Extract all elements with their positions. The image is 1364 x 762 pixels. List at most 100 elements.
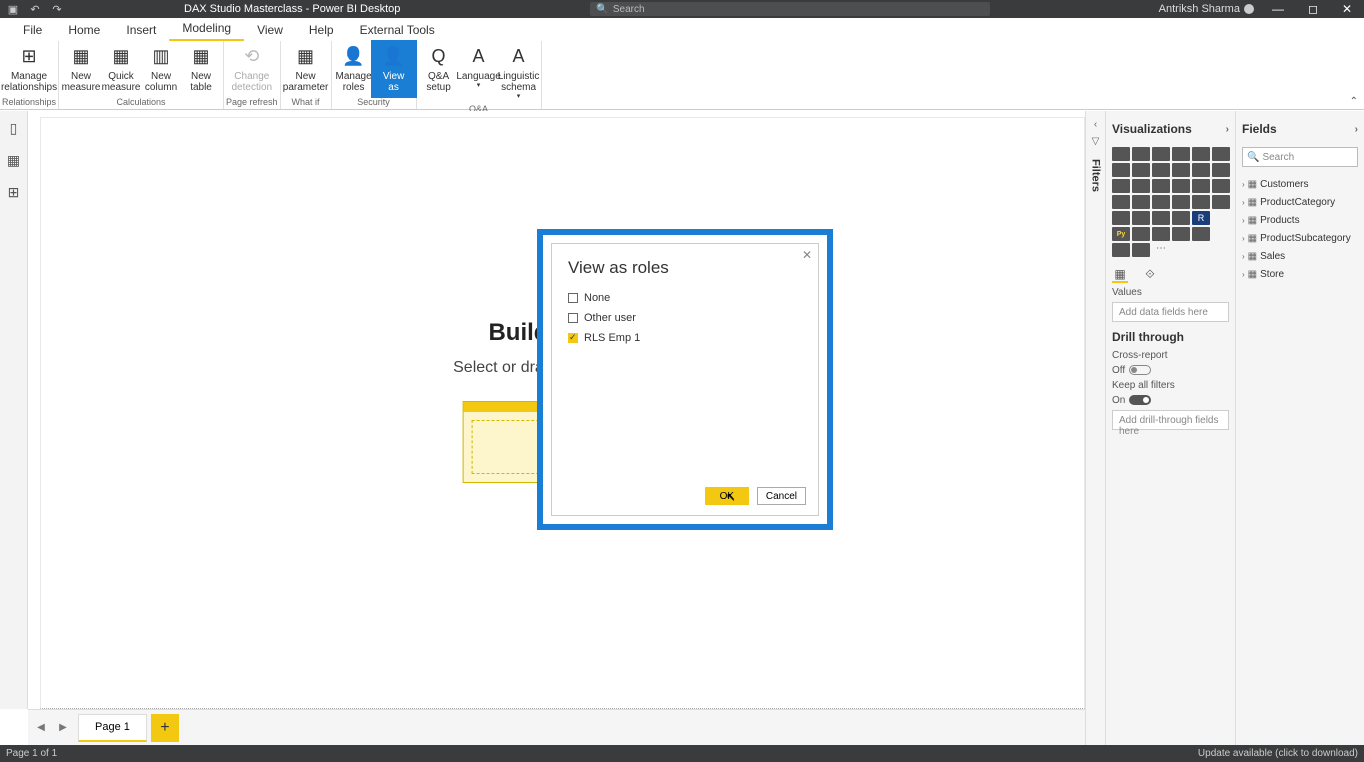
cancel-button[interactable]: Cancel [757,487,806,505]
redo-icon[interactable]: ↷ [50,2,64,16]
checkbox-checked-icon[interactable] [568,333,578,343]
viz-clustered-column-icon[interactable] [1172,147,1190,161]
viz-table-icon[interactable] [1152,211,1170,225]
ribbon-collapse-icon[interactable]: ⌃ [1350,96,1358,107]
checkbox-icon[interactable] [568,293,578,303]
dialog-close-button[interactable]: ✕ [802,248,812,262]
viz-slicer-icon[interactable] [1132,211,1150,225]
viz-shape-map-icon[interactable] [1152,195,1170,209]
viz-map-icon[interactable] [1112,195,1130,209]
viz-treemap-icon[interactable] [1212,179,1230,193]
filters-pane-collapsed[interactable]: ‹ ▽ Filters [1085,111,1105,745]
tab-insert[interactable]: Insert [113,19,169,41]
status-update-link[interactable]: Update available (click to download) [1198,748,1358,759]
viz-narrative-icon[interactable] [1192,227,1210,241]
field-table-store[interactable]: ›▦Store [1242,265,1358,283]
new-parameter-button[interactable]: ▦New parameter [283,43,329,95]
fields-well-icon[interactable]: ▦ [1112,267,1128,283]
new-measure-button[interactable]: ▦New measure [61,43,101,95]
viz-stacked-bar-icon[interactable] [1112,147,1130,161]
visualizations-header[interactable]: Visualizations› [1112,111,1229,147]
field-table-sales[interactable]: ›▦Sales [1242,247,1358,265]
tab-home[interactable]: Home [55,19,113,41]
view-as-button[interactable]: 👤View as [374,43,414,95]
maximize-button[interactable]: ◻ [1302,2,1324,16]
field-table-customers[interactable]: ›▦Customers [1242,175,1358,193]
viz-card-icon[interactable] [1192,195,1210,209]
viz-area-icon[interactable] [1132,163,1150,177]
viz-line-icon[interactable] [1112,163,1130,177]
viz-stacked-area-icon[interactable] [1152,163,1170,177]
viz-r-icon[interactable]: R [1192,211,1210,225]
role-option-other-user[interactable]: Other user [568,312,802,324]
viz-clustered-bar-icon[interactable] [1152,147,1170,161]
titlebar-search[interactable]: 🔍 Search [590,2,990,16]
new-table-button[interactable]: ▦New table [181,43,221,95]
page-prev-button[interactable]: ◀ [32,716,50,740]
viz-more-icon[interactable]: ⋯ [1152,243,1170,257]
page-tab-1[interactable]: Page 1 [78,714,147,742]
keep-filters-toggle[interactable] [1129,395,1151,405]
checkbox-icon[interactable] [568,313,578,323]
search-placeholder: Search [613,4,645,15]
field-table-products[interactable]: ›▦Products [1242,211,1358,229]
viz-100-bar-icon[interactable] [1192,147,1210,161]
fields-header[interactable]: Fields› [1242,111,1358,147]
viz-arcgis-icon[interactable] [1132,243,1150,257]
manage-roles-button[interactable]: 👤Manage roles [334,43,374,95]
new-column-button[interactable]: ▥New column [141,43,181,95]
report-view-button[interactable]: ▯ [5,119,23,137]
add-page-button[interactable]: + [151,714,179,742]
manage-relationships-button[interactable]: ⊞ Manage relationships [6,43,52,95]
viz-multicard-icon[interactable] [1212,195,1230,209]
undo-icon[interactable]: ↶ [28,2,42,16]
tab-help[interactable]: Help [296,19,347,41]
viz-kpi-icon[interactable] [1112,211,1130,225]
tab-external-tools[interactable]: External Tools [347,19,448,41]
viz-qa-icon[interactable] [1172,227,1190,241]
close-button[interactable]: ✕ [1336,2,1358,16]
tab-file[interactable]: File [10,19,55,41]
qa-setup-button[interactable]: QQ&A setup [419,43,459,95]
viz-funnel-icon[interactable] [1132,179,1150,193]
field-table-productcategory[interactable]: ›▦ProductCategory [1242,193,1358,211]
quick-measure-button[interactable]: ▦Quick measure [101,43,141,95]
viz-waterfall-icon[interactable] [1112,179,1130,193]
tab-modeling[interactable]: Modeling [169,17,244,41]
viz-pie-icon[interactable] [1172,179,1190,193]
role-option-none[interactable]: None [568,292,802,304]
values-well[interactable]: Add data fields here [1112,302,1229,322]
linguistic-schema-button[interactable]: ALinguistic schema▾ [499,43,539,103]
language-button[interactable]: ALanguage▾ [459,43,499,92]
page-next-button[interactable]: ▶ [54,716,72,740]
viz-100-column-icon[interactable] [1212,147,1230,161]
format-well-icon[interactable]: ⟐ [1142,267,1158,283]
role-option-rls-emp-1[interactable]: RLS Emp 1 [568,332,802,344]
viz-python-icon[interactable]: Py [1112,227,1130,241]
save-icon[interactable]: ▣ [6,2,20,16]
data-view-button[interactable]: ▦ [5,151,23,169]
field-table-productsubcategory[interactable]: ›▦ProductSubcategory [1242,229,1358,247]
visualizations-pane: Visualizations› R Py ⋯ ▦ ⟐ Values Add da… [1105,111,1235,745]
user-name[interactable]: Antriksh Sharma [1159,3,1254,15]
viz-matrix-icon[interactable] [1172,211,1190,225]
viz-key-influencers-icon[interactable] [1132,227,1150,241]
viz-filled-map-icon[interactable] [1132,195,1150,209]
viz-decomposition-icon[interactable] [1152,227,1170,241]
ok-button[interactable]: OK↖ [705,487,749,505]
viz-line-clustered-icon[interactable] [1192,163,1210,177]
drill-through-well[interactable]: Add drill-through fields here [1112,410,1229,430]
group-label-whatif: What if [292,96,320,109]
viz-ribbon-icon[interactable] [1212,163,1230,177]
model-view-button[interactable]: ⊞ [5,183,23,201]
fields-search-input[interactable]: 🔍Search [1242,147,1358,167]
viz-stacked-column-icon[interactable] [1132,147,1150,161]
viz-scatter-icon[interactable] [1152,179,1170,193]
tab-view[interactable]: View [244,19,296,41]
cross-report-toggle[interactable] [1129,365,1151,375]
viz-line-column-icon[interactable] [1172,163,1190,177]
viz-paginated-icon[interactable] [1112,243,1130,257]
minimize-button[interactable]: — [1266,2,1290,16]
viz-donut-icon[interactable] [1192,179,1210,193]
viz-gauge-icon[interactable] [1172,195,1190,209]
